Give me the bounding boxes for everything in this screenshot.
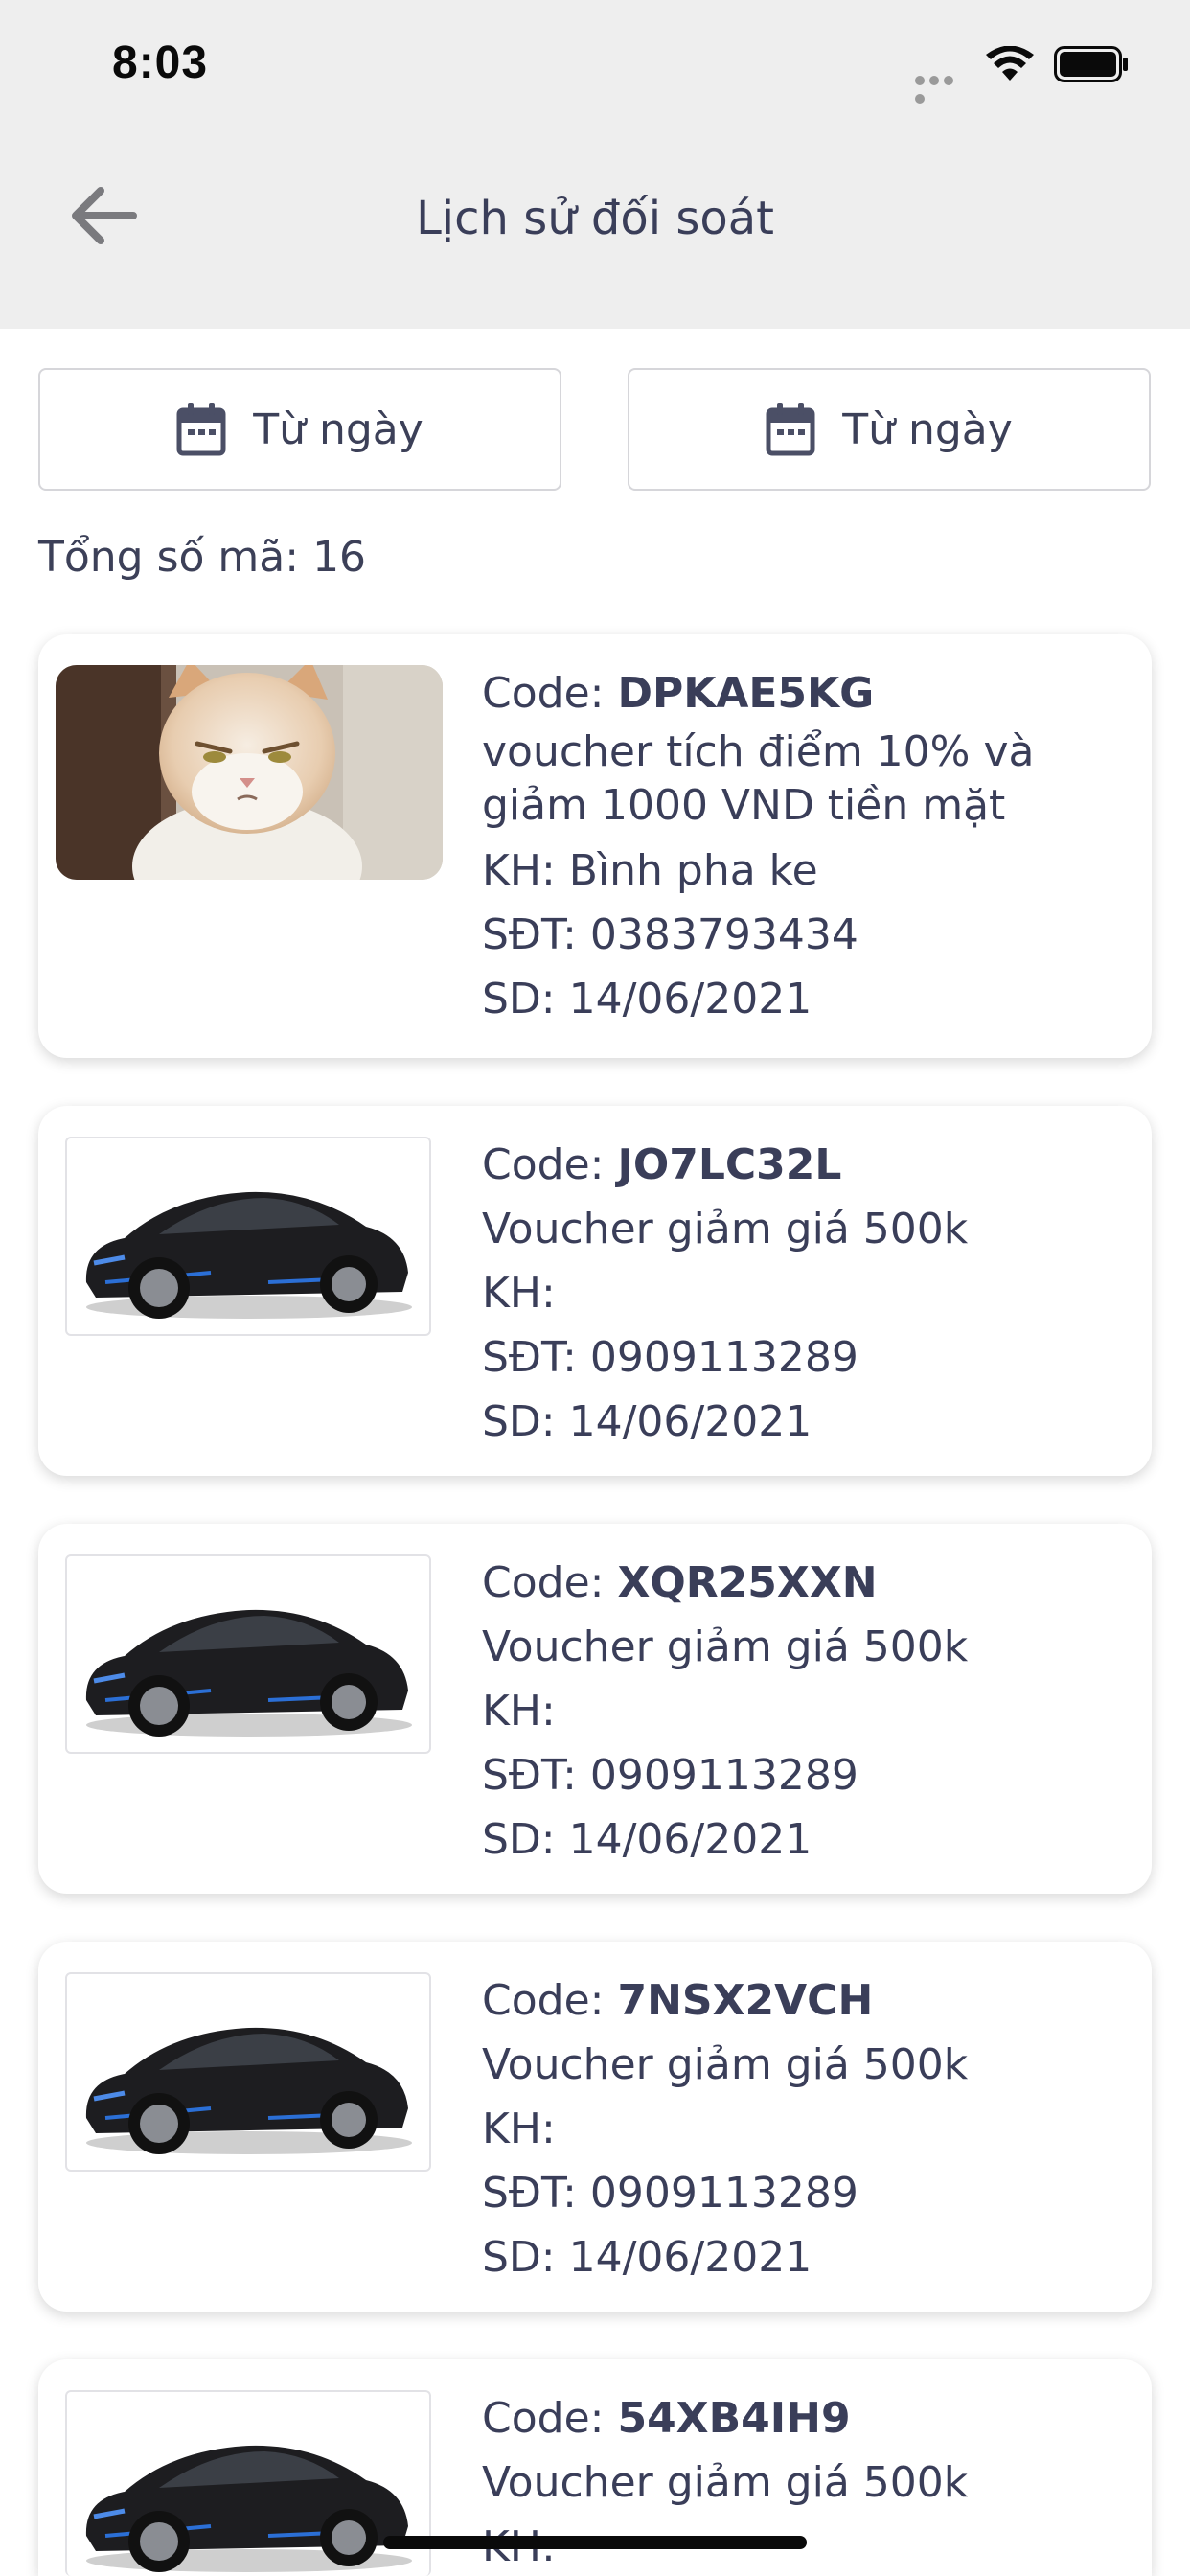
voucher-code-row: Code: DPKAE5KG xyxy=(482,661,1133,725)
page-title: Lịch sử đối soát xyxy=(416,192,774,245)
battery-icon xyxy=(1054,46,1128,82)
total-code-count: Tổng số mã: 16 xyxy=(38,533,367,582)
voucher-code-row: Code: 7NSX2VCH xyxy=(482,1968,1133,2033)
customer-name: KH: xyxy=(482,1269,556,1318)
voucher-description: Voucher giảm giá 500k xyxy=(482,1622,969,1671)
voucher-description: Voucher giảm giá 500k xyxy=(482,1205,969,1254)
to-date-button[interactable]: Từ ngày xyxy=(628,368,1151,491)
code-label: Code: xyxy=(482,1140,618,1189)
voucher-image xyxy=(65,1137,431,1336)
voucher-code-row: Code: XQR25XXN xyxy=(482,1551,1133,1615)
code-label: Code: xyxy=(482,1976,618,2025)
voucher-info: Code: DPKAE5KG voucher tích điểm 10% và … xyxy=(482,661,1133,1031)
voucher-image xyxy=(65,1972,431,2172)
voucher-code: DPKAE5KG xyxy=(617,669,875,718)
customer-phone: SĐT: 0909113289 xyxy=(482,1333,858,1382)
voucher-description: Voucher giảm giá 500k xyxy=(482,2458,969,2507)
voucher-code: XQR25XXN xyxy=(617,1558,878,1607)
used-date: SD: 14/06/2021 xyxy=(482,2233,812,2282)
voucher-description: voucher tích điểm 10% và giảm 1000 VND t… xyxy=(482,727,1035,830)
voucher-card[interactable]: Code: XQR25XXN Voucher giảm giá 500k KH:… xyxy=(38,1524,1152,1894)
voucher-code: JO7LC32L xyxy=(617,1140,842,1189)
voucher-code: 54XB4IH9 xyxy=(617,2394,851,2443)
code-label: Code: xyxy=(482,669,618,718)
customer-name: KH: Bình pha ke xyxy=(482,846,818,895)
code-label: Code: xyxy=(482,1558,618,1607)
voucher-image xyxy=(65,1554,431,1754)
from-date-button[interactable]: Từ ngày xyxy=(38,368,561,491)
customer-name: KH: xyxy=(482,2104,556,2153)
customer-phone: SĐT: 0909113289 xyxy=(482,1751,858,1800)
voucher-code-row: Code: JO7LC32L xyxy=(482,1133,1133,1197)
customer-name: KH: xyxy=(482,1687,556,1736)
voucher-code: 7NSX2VCH xyxy=(617,1976,874,2025)
voucher-card[interactable]: Code: DPKAE5KG voucher tích điểm 10% và … xyxy=(38,634,1152,1058)
customer-phone: SĐT: 0909113289 xyxy=(482,2169,858,2218)
cellular-signal-icon xyxy=(915,71,971,104)
used-date: SD: 14/06/2021 xyxy=(482,1397,812,1446)
wifi-icon xyxy=(986,46,1034,80)
voucher-info: Code: JO7LC32L Voucher giảm giá 500k KH:… xyxy=(482,1133,1133,1454)
voucher-card[interactable]: Code: 7NSX2VCH Voucher giảm giá 500k KH:… xyxy=(38,1942,1152,2312)
home-indicator[interactable] xyxy=(383,2536,807,2549)
app-header: 8:03 Lịch sử đối soát xyxy=(0,0,1190,329)
voucher-card[interactable]: Code: JO7LC32L Voucher giảm giá 500k KH:… xyxy=(38,1106,1152,1476)
customer-phone: SĐT: 0383793434 xyxy=(482,910,858,959)
voucher-info: Code: XQR25XXN Voucher giảm giá 500k KH:… xyxy=(482,1551,1133,1872)
status-time: 8:03 xyxy=(112,37,209,88)
voucher-description: Voucher giảm giá 500k xyxy=(482,2040,969,2089)
calendar-icon xyxy=(766,403,815,456)
voucher-image xyxy=(56,665,443,880)
to-date-label: Từ ngày xyxy=(842,404,1013,454)
voucher-code-row: Code: 54XB4IH9 xyxy=(482,2386,1133,2450)
voucher-info: Code: 7NSX2VCH Voucher giảm giá 500k KH:… xyxy=(482,1968,1133,2289)
used-date: SD: 14/06/2021 xyxy=(482,975,812,1024)
from-date-label: Từ ngày xyxy=(253,404,423,454)
code-label: Code: xyxy=(482,2394,618,2443)
calendar-icon xyxy=(176,403,226,456)
voucher-image xyxy=(65,2390,431,2576)
used-date: SD: 14/06/2021 xyxy=(482,1815,812,1864)
